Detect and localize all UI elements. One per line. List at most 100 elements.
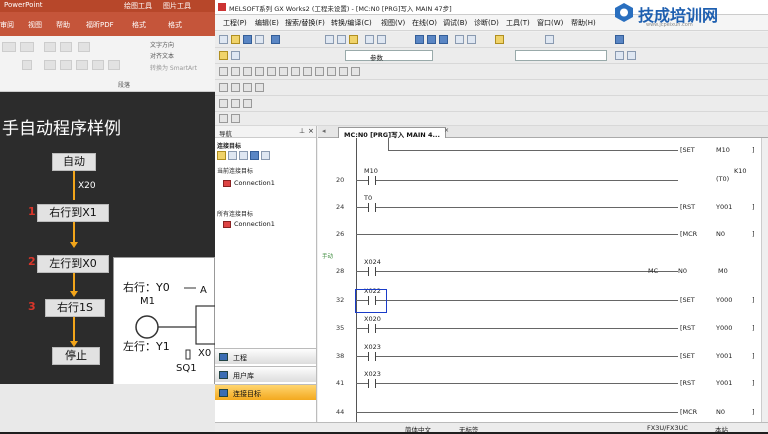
fb-icon[interactable] [219, 99, 228, 108]
monitor-icon[interactable] [455, 35, 464, 44]
nav-tool-icon[interactable] [250, 151, 259, 160]
print-icon[interactable] [255, 35, 264, 44]
smartart-button[interactable]: 转换为 SmartArt [150, 63, 197, 72]
menu-diagnostics[interactable]: 诊断(D) [474, 18, 499, 28]
end-step-icon[interactable] [255, 83, 264, 92]
menu-window[interactable]: 窗口(W) [537, 18, 563, 28]
cut-icon[interactable] [325, 35, 334, 44]
justify-button[interactable] [92, 60, 104, 70]
bullets-button[interactable] [2, 42, 16, 52]
undo-icon[interactable] [365, 35, 374, 44]
close-icon[interactable]: × [308, 127, 314, 135]
align-right-button[interactable] [76, 60, 88, 70]
help-icon[interactable] [271, 35, 280, 44]
line-spacing-button[interactable] [78, 42, 90, 52]
monitor-stop-icon[interactable] [467, 35, 476, 44]
new-icon[interactable] [219, 35, 228, 44]
columns-button[interactable] [108, 60, 120, 70]
coil-icon[interactable] [267, 67, 276, 76]
close-contact-icon[interactable] [231, 67, 240, 76]
nav-tool-icon[interactable] [228, 151, 237, 160]
rising-pulse-icon[interactable] [339, 67, 348, 76]
contact-symbol[interactable] [368, 379, 376, 388]
menu-debug[interactable]: 调试(B) [443, 18, 467, 28]
read-plc-icon[interactable] [427, 35, 436, 44]
nav-button-user-library[interactable]: 用户库 [215, 366, 316, 382]
tab-help[interactable]: 帮助 [56, 20, 70, 30]
window-icon[interactable] [615, 35, 624, 44]
contact-symbol[interactable] [368, 324, 376, 333]
nav-all-connection[interactable]: Connection1 [223, 220, 275, 228]
nav-current-connection[interactable]: Connection1 [223, 179, 275, 187]
ladder-mode-icon[interactable] [219, 51, 228, 60]
tab-scroll-icon[interactable]: ◂ [322, 127, 326, 135]
device-batch-icon[interactable] [545, 35, 554, 44]
simulation-icon[interactable] [495, 35, 504, 44]
menu-help[interactable]: 帮助(H) [571, 18, 596, 28]
program-combo[interactable]: 参数 [345, 50, 433, 62]
increase-indent-button[interactable] [60, 42, 72, 52]
contact-symbol[interactable] [368, 352, 376, 361]
menu-project[interactable]: 工程(P) [223, 18, 247, 28]
misc-icon[interactable] [219, 114, 228, 123]
menu-tools[interactable]: 工具(T) [506, 18, 530, 28]
output-icon[interactable] [243, 99, 252, 108]
hline-icon[interactable] [291, 67, 300, 76]
jump-icon[interactable] [243, 83, 252, 92]
instruction-icon[interactable] [279, 67, 288, 76]
decrease-indent-button[interactable] [44, 42, 56, 52]
menu-convert[interactable]: 转换/编译(C) [331, 18, 372, 28]
tab-main-program[interactable]: MC:N0 [PRG]写入 MAIN 4... [338, 127, 446, 139]
falling-pulse-icon[interactable] [351, 67, 360, 76]
nav-folder-icon[interactable] [217, 151, 226, 160]
delete-hline-icon[interactable] [315, 67, 324, 76]
verify-plc-icon[interactable] [439, 35, 448, 44]
align-center-button[interactable] [60, 60, 72, 70]
menu-find-replace[interactable]: 搜索/替换(F) [285, 18, 325, 28]
label-icon[interactable] [615, 51, 624, 60]
misc-icon[interactable] [231, 114, 240, 123]
grid-icon[interactable] [231, 51, 240, 60]
contact-symbol[interactable] [368, 203, 376, 212]
step-icon[interactable] [219, 83, 228, 92]
parallel-close-icon[interactable] [255, 67, 264, 76]
tab-foxit-pdf[interactable]: 福昕PDF [86, 20, 114, 30]
vertical-scrollbar[interactable] [761, 138, 768, 422]
nav-button-connection[interactable]: 连接目标 [215, 384, 316, 400]
ctx-tab-drawing[interactable]: 绘图工具 [124, 1, 152, 11]
transition-icon[interactable] [231, 83, 240, 92]
ladder-canvas[interactable]: 手动 [SET M10] 20 M10 (T0) K10 24 T0 [RST Y001] 26 [MC… [318, 138, 761, 422]
delete-vline-icon[interactable] [327, 67, 336, 76]
tab-format-picture[interactable]: 格式 [168, 20, 182, 30]
numbering-button[interactable] [20, 42, 34, 52]
menu-online[interactable]: 在线(O) [412, 18, 437, 28]
align-text-button[interactable]: 对齐文本 [150, 51, 174, 60]
redo-icon[interactable] [377, 35, 386, 44]
copy-icon[interactable] [337, 35, 346, 44]
vline-icon[interactable] [303, 67, 312, 76]
ctx-tab-picture[interactable]: 图片工具 [163, 1, 191, 11]
tab-close-icon[interactable]: × [444, 127, 449, 134]
ladder-cursor[interactable] [355, 289, 387, 313]
device-combo[interactable] [515, 50, 607, 61]
pin-icon[interactable]: ⊥ [299, 127, 305, 135]
align-left-button[interactable] [44, 60, 56, 70]
input-icon[interactable] [231, 99, 240, 108]
write-plc-icon[interactable] [415, 35, 424, 44]
open-icon[interactable] [231, 35, 240, 44]
nav-tool-icon[interactable] [239, 151, 248, 160]
contact-symbol[interactable] [368, 176, 376, 185]
tab-format-drawing[interactable]: 格式 [132, 20, 146, 30]
parallel-open-icon[interactable] [243, 67, 252, 76]
paste-icon[interactable] [349, 35, 358, 44]
nav-tool-icon[interactable] [261, 151, 270, 160]
open-contact-icon[interactable] [219, 67, 228, 76]
contact-symbol[interactable] [368, 267, 376, 276]
tab-view[interactable]: 视图 [28, 20, 42, 30]
menu-edit[interactable]: 编辑(E) [255, 18, 279, 28]
comment-icon[interactable] [627, 51, 636, 60]
text-direction-button[interactable]: 文字方向 [150, 40, 174, 49]
tab-review[interactable]: 审阅 [0, 20, 14, 30]
menu-view[interactable]: 视图(V) [381, 18, 405, 28]
save-icon[interactable] [243, 35, 252, 44]
